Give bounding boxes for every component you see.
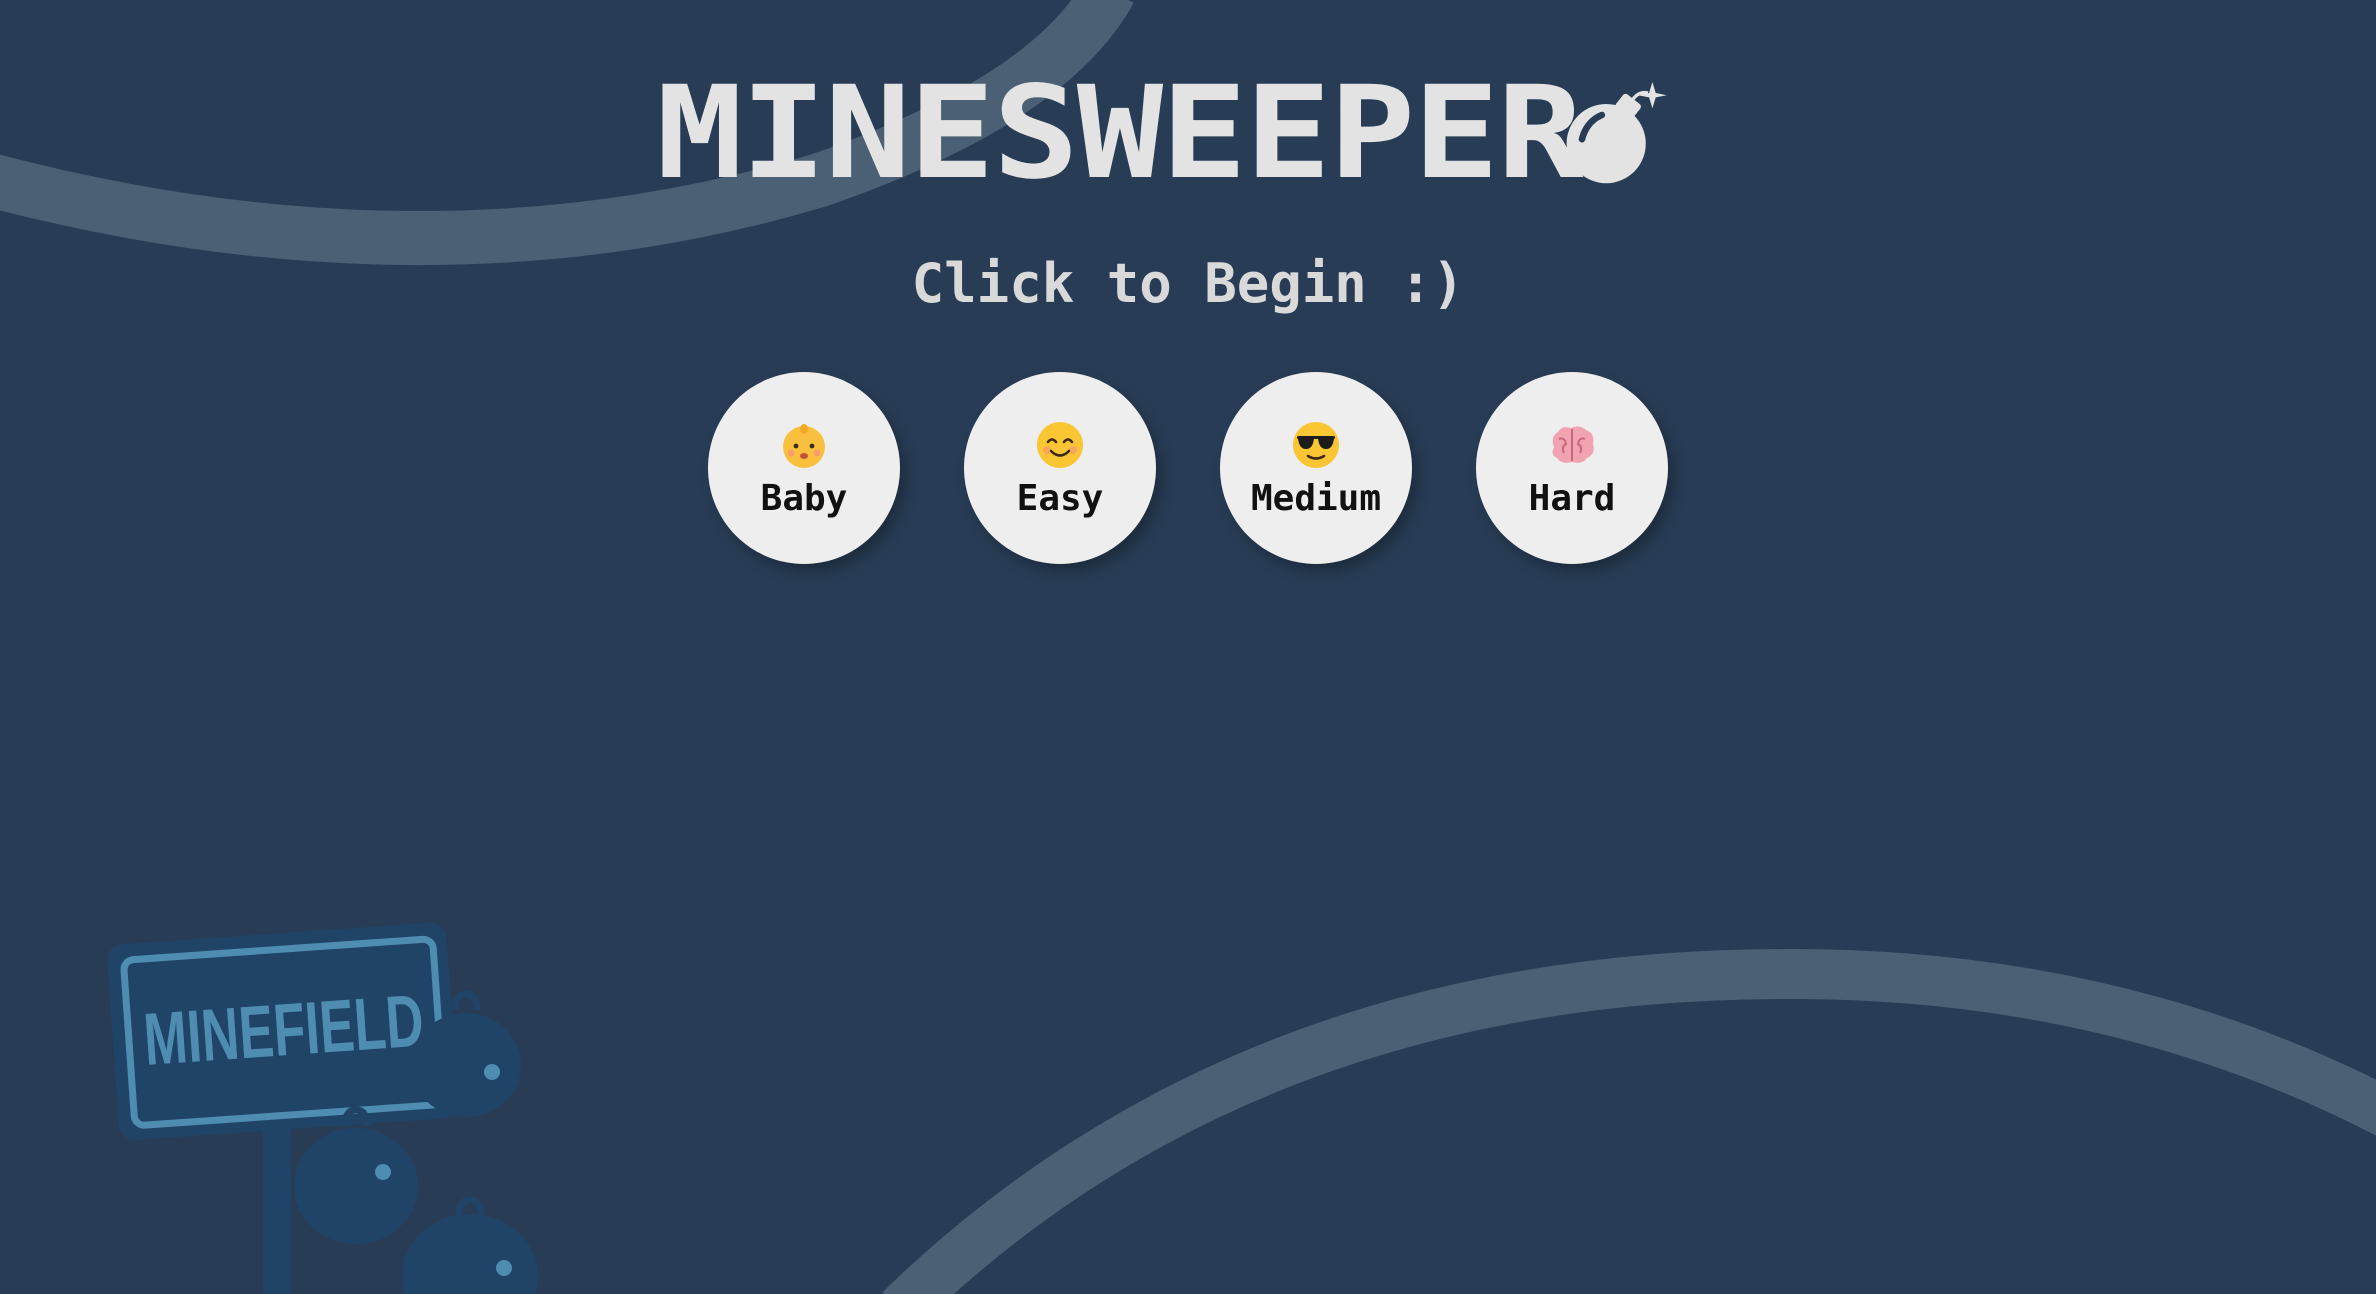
game-title: MINESWEEPER [656, 59, 1584, 208]
brain-icon [1552, 426, 1594, 463]
minefield-sign: MINEFIELD [107, 922, 459, 1140]
difficulty-baby-button[interactable]: Baby [708, 372, 900, 564]
difficulty-label: Baby [760, 478, 848, 519]
sign-post [263, 1110, 291, 1294]
mine-icon [294, 1106, 418, 1244]
difficulty-label: Medium [1250, 478, 1382, 519]
difficulty-hard-button[interactable]: Hard [1476, 372, 1668, 564]
difficulty-label: Hard [1528, 478, 1616, 519]
smiling-face-icon [1037, 422, 1083, 468]
difficulty-medium-button[interactable]: Medium [1220, 372, 1412, 564]
sunglasses-face-icon [1293, 422, 1339, 468]
bottom-arc [882, 948, 2376, 1294]
difficulty-label: Easy [1016, 478, 1104, 519]
title-area: MINESWEEPER [0, 70, 2376, 198]
difficulty-selector: Baby Easy Medium Hard [0, 372, 2376, 564]
start-prompt: Click to Begin :) [911, 252, 1465, 315]
mine-icon [402, 1196, 538, 1294]
minefield-illustration: MINEFIELD [107, 922, 538, 1294]
baby-face-icon [783, 424, 825, 468]
difficulty-easy-button[interactable]: Easy [964, 372, 1156, 564]
